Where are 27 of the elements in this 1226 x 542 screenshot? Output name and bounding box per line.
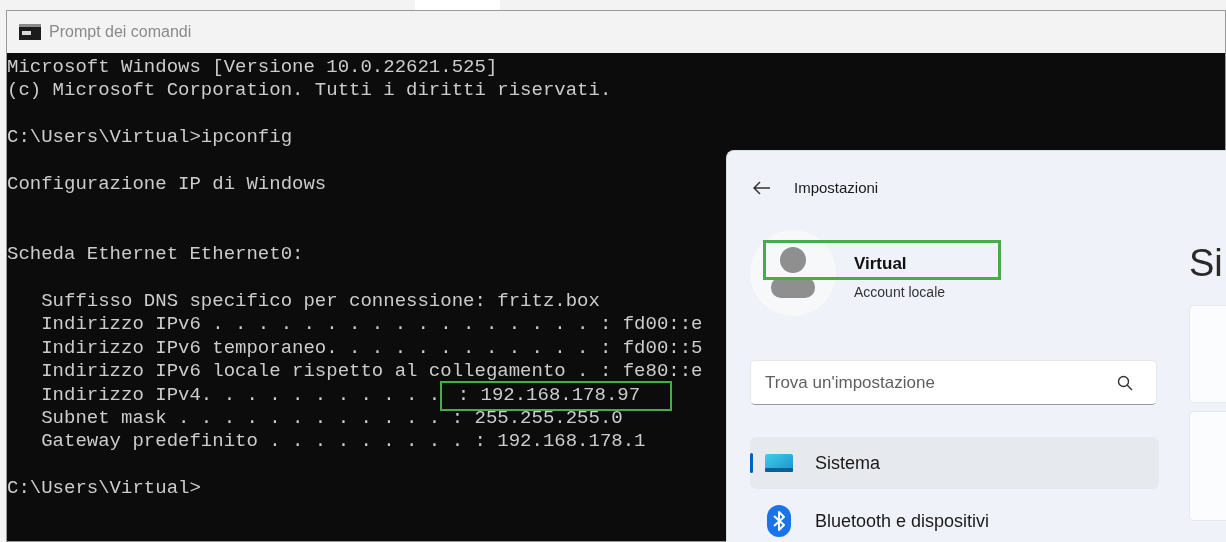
person-icon	[771, 246, 815, 299]
console-line: C:\Users\Virtual>	[7, 477, 201, 501]
account-type: Account locale	[854, 282, 946, 301]
console-line: C:\Users\Virtual>ipconfig	[7, 126, 293, 150]
console-line: Microsoft Windows [Versione 10.0.22621.525]	[7, 56, 498, 80]
console-line: (c) Microsoft Corporation. Tutti i diritti riservati.	[7, 79, 612, 103]
console-line: Indirizzo IPv6 temporaneo. . . . . . . . . . . . : fd00::5	[40, 336, 703, 361]
app-title: Impostazioni	[794, 177, 879, 198]
user-name: Virtual	[854, 252, 908, 275]
page-heading: Si	[1189, 243, 1224, 283]
back-arrow-icon	[753, 181, 771, 195]
bluetooth-icon	[767, 505, 791, 537]
nav-item[interactable]: Bluetooth e dispositivi	[750, 495, 1159, 542]
highlighted-value: : 192.168.178.97	[440, 380, 673, 411]
nav-item[interactable]: Sistema	[750, 437, 1159, 489]
window-title: Prompt dei comandi	[49, 22, 192, 42]
search-icon	[1117, 375, 1133, 391]
console-line: Configurazione IP di Windows	[7, 173, 327, 197]
monitor-icon	[765, 454, 793, 472]
console-line: Scheda Ethernet Ethernet0:	[7, 243, 304, 267]
terminal-icon	[19, 24, 41, 40]
search-field[interactable]: Trova un'impostazione	[750, 360, 1157, 405]
console-line: Indirizzo IPv6 . . . . . . . . . . . . . . . . . : fd00::e	[40, 313, 703, 337]
console-line: Gateway predefinito . . . . . . . . . : 192.168.178.1	[40, 430, 646, 454]
console-line: Indirizzo IPv4. . . . . . . . . . .	[40, 383, 441, 407]
selection-indicator	[750, 453, 753, 473]
console-line: Suffisso DNS specifico per connessione: fritz.box	[40, 290, 600, 314]
